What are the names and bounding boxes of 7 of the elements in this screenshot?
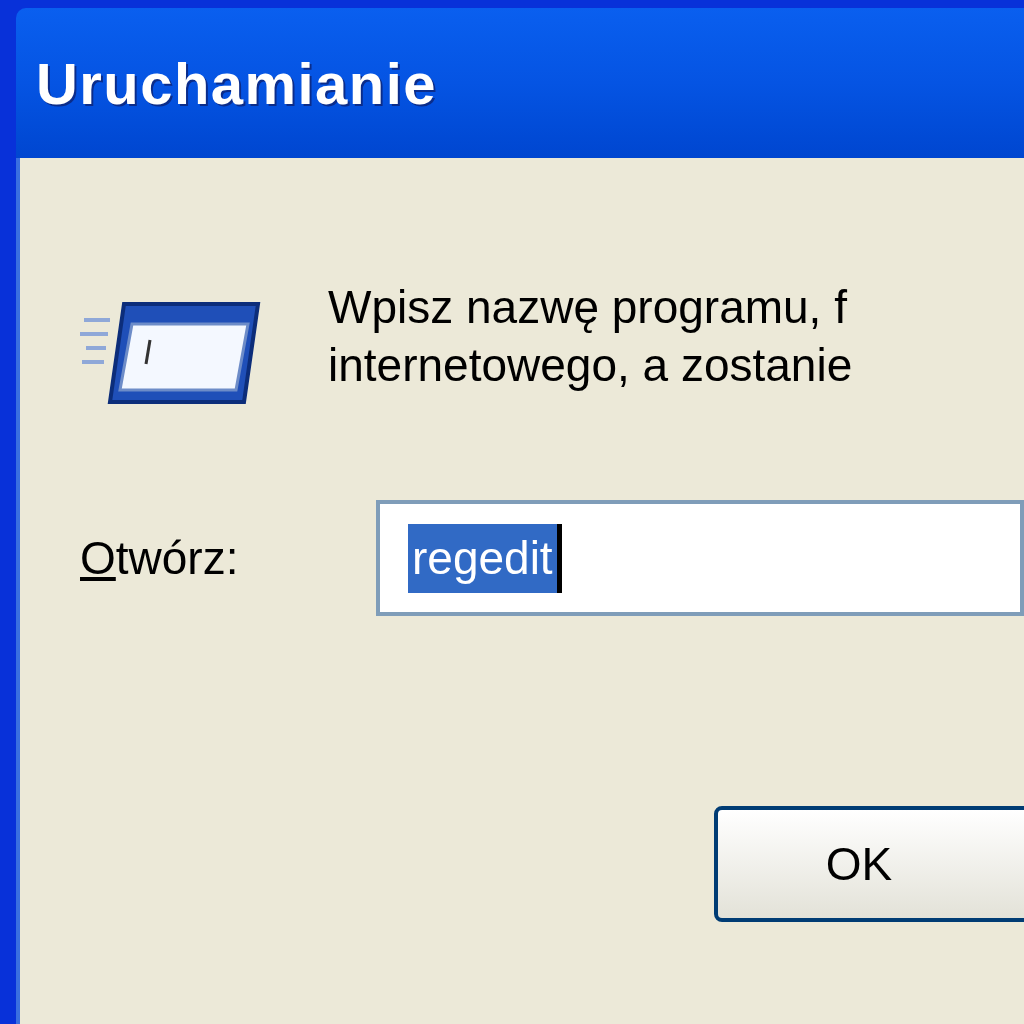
window-title: Uruchamianie (36, 49, 437, 118)
ok-button[interactable]: OK (714, 806, 1024, 922)
instruction-text: Wpisz nazwę programu, f (328, 280, 848, 335)
open-label: Otwórz: (80, 530, 240, 586)
instruction-text: internetowego, a zostanie (328, 338, 853, 393)
open-input-field[interactable]: regedit (376, 500, 1024, 616)
input-value: regedit (408, 523, 562, 593)
